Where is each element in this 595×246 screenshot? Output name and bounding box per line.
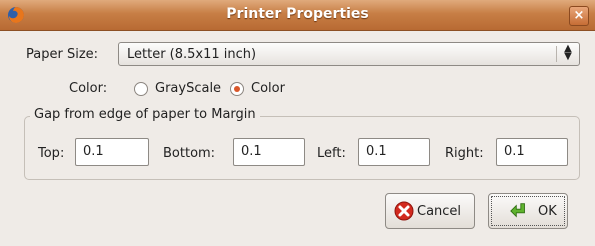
cancel-button[interactable]: Cancel xyxy=(385,193,475,229)
ok-arrow-icon xyxy=(510,203,525,218)
bottom-label: Bottom: xyxy=(163,146,216,161)
color-label: Color: xyxy=(69,81,108,96)
grayscale-radio[interactable] xyxy=(134,82,148,96)
cancel-icon xyxy=(394,201,414,221)
right-margin-input[interactable]: 0.1 xyxy=(496,138,568,166)
close-button[interactable]: × xyxy=(569,6,589,26)
title-bar[interactable]: Printer Properties × xyxy=(0,0,595,31)
color-option-label[interactable]: Color xyxy=(251,81,285,96)
ok-button[interactable]: OK xyxy=(488,193,568,229)
updown-arrow-icon: ▲ ▼ xyxy=(564,43,572,62)
cancel-label: Cancel xyxy=(417,204,462,219)
margins-group-title: Gap from edge of paper to Margin xyxy=(30,107,260,122)
printer-properties-dialog: Printer Properties × Paper Size: Letter … xyxy=(0,0,595,246)
grayscale-label[interactable]: GrayScale xyxy=(155,81,221,96)
bottom-margin-input[interactable]: 0.1 xyxy=(233,138,305,166)
left-label: Left: xyxy=(317,146,346,161)
window-title: Printer Properties xyxy=(226,6,369,22)
left-margin-input[interactable]: 0.1 xyxy=(358,138,430,166)
color-radio[interactable] xyxy=(230,82,244,96)
paper-size-select[interactable]: Letter (8.5x11 inch) ▲ ▼ xyxy=(118,42,580,66)
paper-size-label: Paper Size: xyxy=(26,47,99,62)
paper-size-value: Letter (8.5x11 inch) xyxy=(127,47,257,62)
top-label: Top: xyxy=(38,146,65,161)
top-margin-input[interactable]: 0.1 xyxy=(75,138,149,166)
ok-label: OK xyxy=(538,204,557,219)
right-label: Right: xyxy=(445,146,484,161)
combo-divider xyxy=(556,46,557,62)
